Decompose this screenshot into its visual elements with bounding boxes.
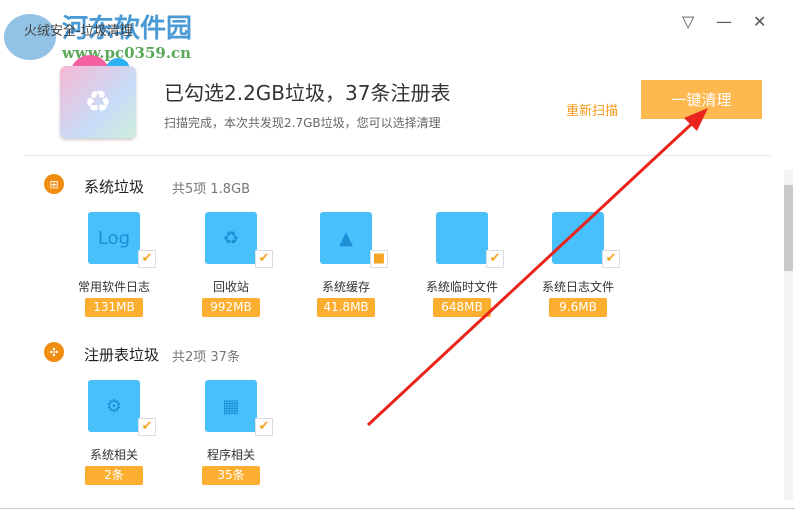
red-arrow-annotation (366, 108, 708, 427)
